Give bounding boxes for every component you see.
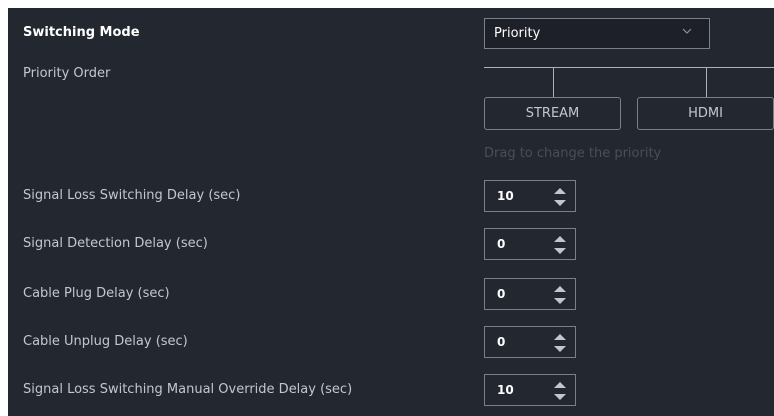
chevron-down-icon xyxy=(682,28,692,34)
cable-plug-delay-label: Cable Plug Delay (sec) xyxy=(23,286,170,301)
up-down-arrows-icon[interactable] xyxy=(554,382,566,400)
signal-detection-delay-label: Signal Detection Delay (sec) xyxy=(23,236,208,251)
priority-order-label: Priority Order xyxy=(23,66,111,81)
up-down-arrows-icon[interactable] xyxy=(554,236,566,254)
manual-override-delay-stepper[interactable]: 10 xyxy=(484,374,576,406)
switching-mode-label: Switching Mode xyxy=(23,25,140,40)
switching-mode-select[interactable]: Priority xyxy=(484,18,710,49)
stepper-value: 10 xyxy=(497,383,514,397)
stepper-value: 0 xyxy=(497,287,506,301)
settings-panel: Switching Mode Priority Priority Order S… xyxy=(8,8,774,416)
priority-item-hdmi[interactable]: HDMI xyxy=(637,97,774,130)
up-down-arrows-icon[interactable] xyxy=(554,188,566,206)
priority-tree-branch-hdmi xyxy=(706,67,707,97)
up-down-arrows-icon[interactable] xyxy=(554,334,566,352)
switching-mode-value: Priority xyxy=(494,26,541,41)
signal-loss-switching-delay-label: Signal Loss Switching Delay (sec) xyxy=(23,188,241,203)
cable-unplug-delay-stepper[interactable]: 0 xyxy=(484,326,576,358)
priority-item-stream[interactable]: STREAM xyxy=(484,97,621,130)
signal-detection-delay-stepper[interactable]: 0 xyxy=(484,228,576,260)
priority-tree-branch-stream xyxy=(553,67,554,97)
stepper-value: 0 xyxy=(497,335,506,349)
signal-loss-switching-delay-stepper[interactable]: 10 xyxy=(484,180,576,212)
stepper-value: 10 xyxy=(497,189,514,203)
priority-drag-hint: Drag to change the priority xyxy=(484,146,662,161)
manual-override-delay-label: Signal Loss Switching Manual Override De… xyxy=(23,382,353,397)
stepper-value: 0 xyxy=(497,237,506,251)
priority-tree-connector xyxy=(484,67,774,68)
cable-plug-delay-stepper[interactable]: 0 xyxy=(484,278,576,310)
cable-unplug-delay-label: Cable Unplug Delay (sec) xyxy=(23,334,188,349)
up-down-arrows-icon[interactable] xyxy=(554,286,566,304)
